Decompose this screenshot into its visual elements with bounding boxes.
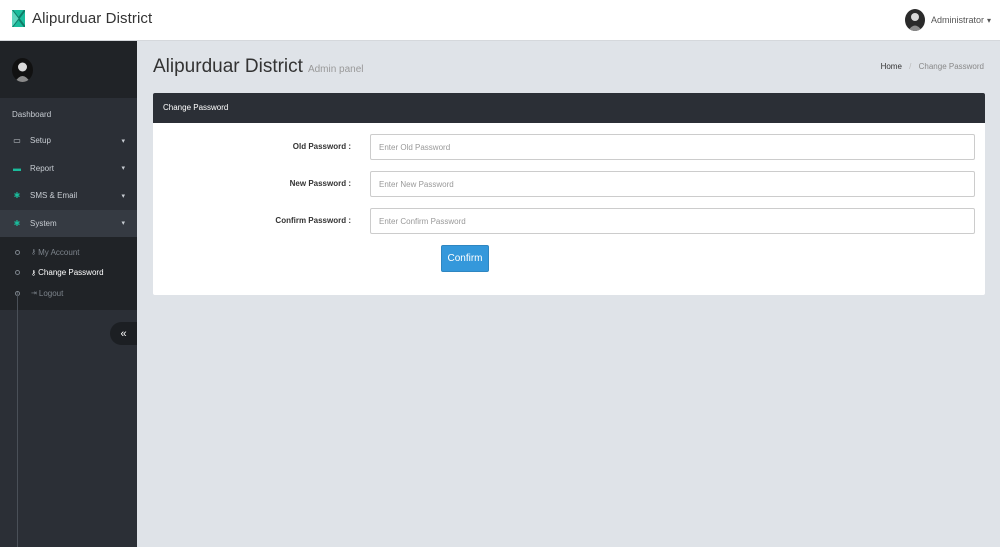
sidebar-item-system[interactable]: ✱ System ▾ (0, 209, 137, 237)
sidebar-item-label: System (30, 218, 57, 228)
confirm-password-field[interactable] (370, 208, 975, 234)
submenu-item-change-password[interactable]: ⚷ Change Password (0, 263, 137, 284)
new-password-row: New Password : (153, 171, 985, 197)
key-icon: ⚷ (31, 269, 37, 277)
submenu-item-my-account[interactable]: ⚷ My Account (0, 242, 137, 263)
page-title: Alipurduar District (153, 56, 303, 77)
sidebar-item-label: SMS & Email (30, 191, 78, 201)
sidebar-item-sms-email[interactable]: ✱ SMS & Email ▾ (0, 182, 137, 210)
sidebar-profile (0, 41, 137, 98)
chevron-down-icon: ▾ (121, 137, 125, 145)
breadcrumb-separator: / (909, 62, 912, 71)
top-navbar: Alipurduar District Administrator ▾ (0, 0, 1000, 41)
gear-icon: ✱ (13, 191, 21, 201)
monitor-icon: ▬ (13, 163, 21, 173)
user-avatar (904, 9, 925, 31)
page-subtitle: Admin panel (307, 64, 364, 75)
gear-icon: ✱ (13, 218, 21, 228)
logout-icon: ⇥ (31, 290, 37, 298)
chevron-down-icon: ▾ (121, 165, 125, 173)
bullet-icon (15, 249, 20, 255)
sidebar: Dashboard ▭ Setup ▾ ▬ Report ▾ ✱ SMS & E… (0, 41, 137, 547)
submenu-item-label: Logout (38, 288, 64, 298)
breadcrumb-current: Change Password (918, 62, 984, 71)
old-password-field[interactable] (370, 134, 975, 160)
brand[interactable]: Alipurduar District (12, 10, 152, 27)
old-password-label: Old Password : (292, 142, 351, 151)
brand-title: Alipurduar District (32, 10, 153, 27)
submenu-item-label: My Account (38, 247, 80, 257)
old-password-row: Old Password : (153, 134, 985, 160)
new-password-field[interactable] (370, 171, 975, 197)
bullet-icon (15, 270, 20, 276)
key-icon: ⚷ (31, 249, 37, 257)
laptop-icon: ▭ (13, 136, 21, 146)
confirm-button[interactable]: Confirm (441, 245, 489, 272)
sidebar-item-setup[interactable]: ▭ Setup ▾ (0, 127, 137, 155)
sidebar-item-dashboard[interactable]: Dashboard (0, 98, 137, 127)
page-header: Alipurduar District Admin panel (153, 56, 364, 78)
confirm-password-label: Confirm Password : (275, 216, 351, 225)
change-password-panel: Change Password Old Password : New Passw… (153, 93, 985, 295)
breadcrumb: Home / Change Password (881, 62, 984, 71)
profile-avatar[interactable] (12, 58, 33, 82)
sidebar-item-report[interactable]: ▬ Report ▾ (0, 155, 137, 183)
chevron-down-icon: ▾ (121, 220, 125, 228)
sidebar-divider-line (17, 292, 18, 547)
chevron-down-icon: ▾ (986, 15, 991, 25)
system-submenu: ⚷ My Account ⚷ Change Password ⇥ Logout (0, 237, 137, 310)
sidebar-item-label: Report (30, 163, 55, 173)
sidebar-collapse-button[interactable]: « (110, 322, 137, 345)
user-name: Administrator (930, 15, 984, 25)
breadcrumb-home-link[interactable]: Home (881, 62, 902, 71)
brand-logo-icon (12, 10, 25, 27)
submenu-item-logout[interactable]: ⇥ Logout (0, 283, 137, 304)
confirm-password-row: Confirm Password : (153, 208, 985, 234)
sidebar-item-label: Setup (30, 136, 51, 146)
chevron-down-icon: ▾ (121, 192, 125, 200)
user-menu[interactable]: Administrator ▾ (904, 9, 991, 31)
panel-title: Change Password (153, 93, 985, 123)
submenu-item-label: Change Password (38, 268, 104, 278)
new-password-label: New Password : (289, 179, 351, 188)
